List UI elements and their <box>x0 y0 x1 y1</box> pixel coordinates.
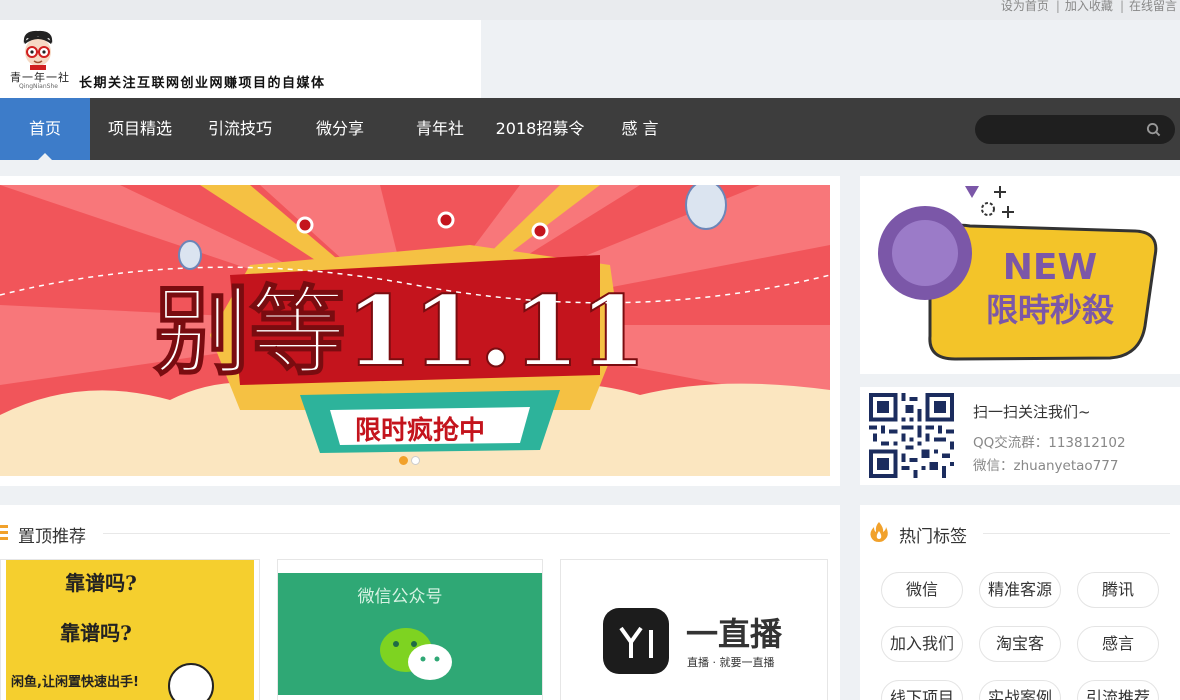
nav-item-youth[interactable]: 青年社 <box>395 98 485 160</box>
search-box <box>975 115 1175 144</box>
banner-slide[interactable]: 限时疯抢中 别等11.11 <box>0 185 830 476</box>
card-brand-text: 一直播 <box>686 615 783 653</box>
card-image: 一直播 直播 · 就要一直播 <box>561 560 827 700</box>
top-bar: 设为首页 | 加入收藏 | 在线留言 <box>0 0 1180 20</box>
card-image: 微信公众号 <box>278 560 542 700</box>
promo-banner[interactable]: NEW 限時秒殺 <box>860 176 1180 374</box>
card-question-text: 靠谱吗? <box>65 571 137 595</box>
fire-icon <box>870 522 888 542</box>
nav-item-share[interactable]: 微分享 <box>295 98 385 160</box>
nav-item-thoughts[interactable]: 感 言 <box>600 98 680 160</box>
tag-item[interactable]: 微信 <box>881 572 963 608</box>
main-nav: 首页 项目精选 引流技巧 微分享 青年社 2018招募令 感 言 <box>0 98 1180 160</box>
qr-code-icon <box>869 393 954 478</box>
featured-card[interactable]: 一直播 直播 · 就要一直播 <box>560 559 828 700</box>
hot-tags-section: 热门标签 微信 精准客源 腾讯 加入我们 淘宝客 感言 线下项目 实战案例 引流… <box>860 505 1180 700</box>
banner-carousel: 限时疯抢中 别等11.11 <box>0 176 840 486</box>
tag-item[interactable]: 引流推荐 <box>1077 680 1159 700</box>
list-icon <box>0 525 8 540</box>
set-homepage-link[interactable]: 设为首页 <box>998 0 1052 14</box>
follow-title: 扫一扫关注我们~ <box>973 403 1091 421</box>
qq-group: QQ交流群：113812102 <box>973 435 1126 451</box>
site-slogan: 长期关注互联网创业网赚项目的自媒体 <box>79 76 326 91</box>
promo-image: NEW 限時秒殺 <box>860 176 1180 374</box>
tag-item[interactable]: 实战案例 <box>979 680 1061 700</box>
card-question-text: 靠谱吗? <box>60 621 132 645</box>
promo-new-text: NEW <box>1003 247 1097 288</box>
carousel-dot-2[interactable] <box>411 456 420 465</box>
tag-item[interactable]: 加入我们 <box>881 626 963 662</box>
logo-brand-sub: QingNianShe <box>19 83 58 90</box>
carousel-dots <box>399 456 420 465</box>
top-links: 设为首页 | 加入收藏 | 在线留言 <box>998 0 1180 14</box>
banner-image: 限时疯抢中 别等11.11 <box>0 185 830 476</box>
tag-item[interactable]: 淘宝客 <box>979 626 1061 662</box>
divider <box>103 533 830 534</box>
banner-headline: 别等11.11 <box>154 275 647 388</box>
separator: | <box>1055 0 1060 13</box>
nav-item-projects[interactable]: 项目精选 <box>95 98 185 160</box>
card-title-text: 微信公众号 <box>358 587 443 607</box>
banner-subline: 限时疯抢中 <box>355 415 485 446</box>
wechat-id: 微信：zhuanyetao777 <box>973 458 1119 474</box>
featured-card[interactable]: 靠谱吗? 靠谱吗? 闲鱼,让闲置快速出手! <box>0 559 260 700</box>
nav-item-traffic[interactable]: 引流技巧 <box>195 98 285 160</box>
featured-section: 置顶推荐 靠谱吗? 靠谱吗? 闲鱼,让闲置快速出手! 微信公众号 一直播 直播 … <box>0 505 840 700</box>
tag-item[interactable]: 腾讯 <box>1077 572 1159 608</box>
separator: | <box>1119 0 1124 13</box>
section-title: 置顶推荐 <box>18 527 86 547</box>
card-caption-text: 闲鱼,让闲置快速出手! <box>11 674 139 690</box>
follow-box: 扫一扫关注我们~ QQ交流群：113812102 微信：zhuanyetao77… <box>860 387 1180 485</box>
section-title: 热门标签 <box>899 527 967 547</box>
add-favorite-link[interactable]: 加入收藏 <box>1062 0 1116 14</box>
nav-item-recruit[interactable]: 2018招募令 <box>490 98 590 160</box>
carousel-dot-1[interactable] <box>399 456 408 465</box>
divider <box>983 533 1170 534</box>
search-input[interactable] <box>989 119 1139 140</box>
featured-card[interactable]: 微信公众号 <box>277 559 543 700</box>
online-message-link[interactable]: 在线留言 <box>1126 0 1180 14</box>
card-slogan-text: 直播 · 就要一直播 <box>687 655 775 669</box>
search-icon[interactable] <box>1146 122 1161 137</box>
tag-item[interactable]: 感言 <box>1077 626 1159 662</box>
logo-face-icon <box>23 30 53 70</box>
tag-item[interactable]: 精准客源 <box>979 572 1061 608</box>
site-logo[interactable]: 青一年一社 QingNianShe 长期关注互联网创业网赚项目的自媒体 <box>0 20 481 98</box>
tag-item[interactable]: 线下项目 <box>881 680 963 700</box>
nav-item-home[interactable]: 首页 <box>0 98 90 160</box>
card-image: 靠谱吗? 靠谱吗? 闲鱼,让闲置快速出手! <box>1 560 259 700</box>
promo-sale-text: 限時秒殺 <box>986 291 1115 329</box>
